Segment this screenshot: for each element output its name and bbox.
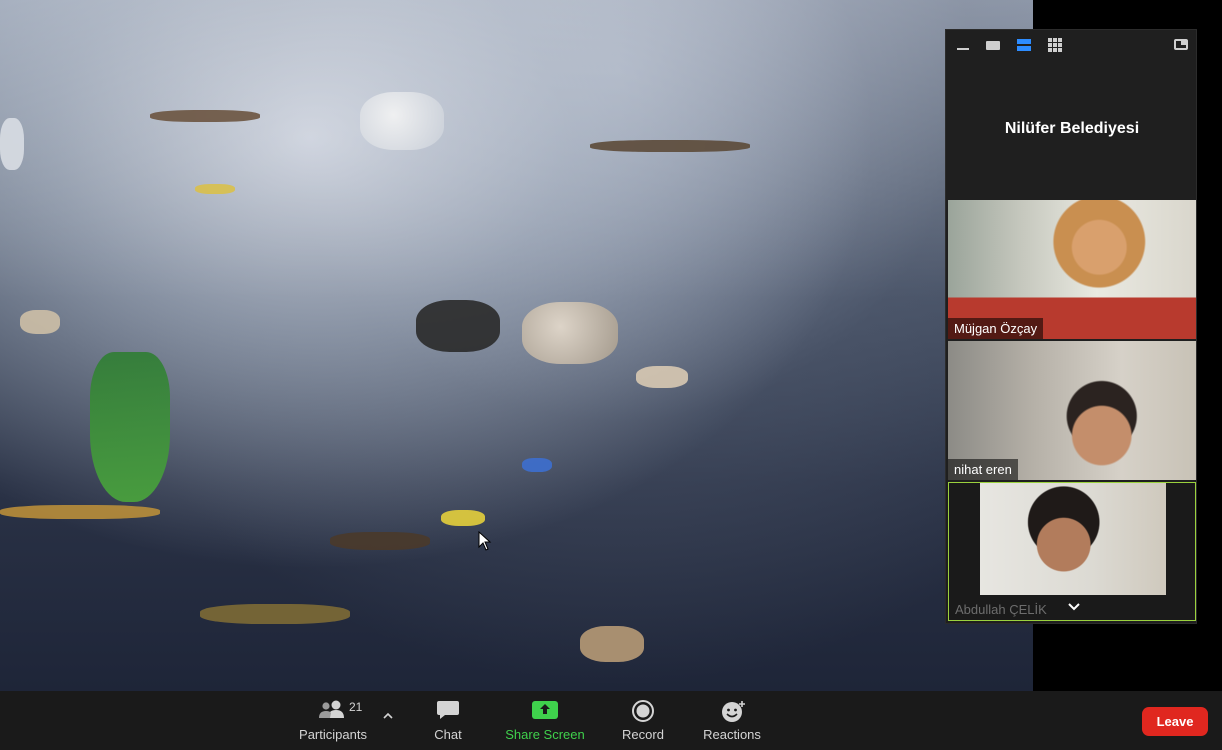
debris-bit: [150, 110, 260, 122]
reactions-label: Reactions: [703, 727, 761, 742]
plastic-bottle: [0, 118, 24, 170]
participant-video-tile[interactable]: nihat eren: [948, 341, 1196, 480]
participant-name: Abdullah ÇELİK: [955, 602, 1047, 617]
speaker-view-icon[interactable]: [1016, 38, 1032, 52]
reactions-button[interactable]: Reactions: [700, 691, 764, 750]
record-icon: [632, 700, 654, 722]
leave-button[interactable]: Leave: [1142, 707, 1208, 736]
dark-debris: [416, 300, 500, 352]
water-reflection: [0, 0, 1033, 300]
minimize-icon[interactable]: [955, 38, 971, 52]
meeting-toolbar: 21 Participants Chat Share Screen Record: [0, 691, 1222, 750]
debris-bit: [441, 510, 485, 526]
chevron-up-icon[interactable]: [381, 709, 395, 723]
participants-button[interactable]: 21 Participants: [296, 691, 370, 750]
chat-button[interactable]: Chat: [424, 691, 472, 750]
debris-bit: [195, 184, 235, 194]
record-label: Record: [622, 727, 664, 742]
plastic-bottle: [360, 92, 444, 150]
video-panel: Nilüfer Belediyesi Müjgan Özçay nihat er…: [945, 29, 1197, 624]
participant-name: Müjgan Özçay: [948, 318, 1044, 339]
chevron-down-icon[interactable]: [1067, 600, 1081, 614]
mouse-cursor-icon: [478, 531, 492, 551]
participant-video: [980, 483, 1166, 595]
host-name: Nilüfer Belediyesi: [1004, 120, 1140, 137]
debris-bit: [522, 458, 552, 472]
filmstrip-icon[interactable]: [985, 38, 1001, 52]
debris-bit: [590, 140, 750, 152]
debris-bit: [330, 532, 430, 550]
participants-count: 21: [349, 700, 363, 714]
host-video-tile[interactable]: Nilüfer Belediyesi: [948, 62, 1196, 226]
debris-bit: [200, 604, 350, 624]
share-screen-label: Share Screen: [505, 727, 585, 742]
emoji-plus-icon: [722, 701, 745, 722]
record-button[interactable]: Record: [618, 691, 668, 750]
participants-label: Participants: [299, 727, 367, 742]
chat-bubble-icon: [437, 701, 459, 719]
panel-view-controls: [946, 30, 1196, 60]
glass-bottle: [90, 352, 170, 502]
participant-name: nihat eren: [948, 459, 1018, 480]
participants-icon: [319, 700, 344, 718]
active-speaker-video-tile[interactable]: Abdullah ÇELİK: [948, 482, 1196, 621]
debris-bit: [0, 505, 160, 519]
share-screen-icon: [532, 701, 558, 719]
share-screen-button[interactable]: Share Screen: [503, 691, 587, 750]
participant-video-tile[interactable]: Müjgan Özçay: [948, 200, 1196, 339]
exit-fullscreen-icon[interactable]: [1173, 38, 1189, 52]
chat-label: Chat: [434, 727, 462, 742]
debris-bit: [580, 626, 644, 662]
gallery-view-icon[interactable]: [1047, 38, 1063, 52]
debris-bit: [20, 310, 60, 334]
plastic-bottle: [522, 302, 618, 364]
debris-bit: [636, 366, 688, 388]
shared-screen: [0, 0, 1033, 691]
